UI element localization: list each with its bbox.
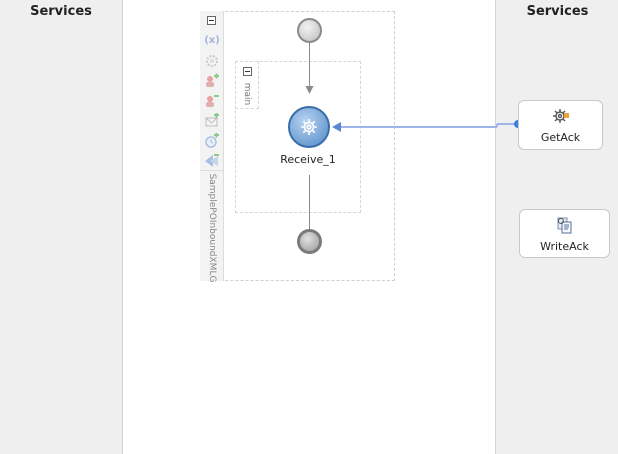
variables-icon[interactable]: (x) bbox=[204, 33, 220, 49]
fault-handler-icon[interactable] bbox=[204, 153, 220, 169]
sequence-label: main bbox=[242, 82, 252, 106]
left-swimlane: Services bbox=[0, 0, 123, 454]
file-adapter-icon bbox=[557, 217, 572, 234]
end-node[interactable] bbox=[297, 229, 322, 254]
partner-link-add-icon[interactable] bbox=[204, 73, 220, 89]
alarm-handler-icon[interactable] bbox=[204, 133, 220, 149]
service-writeack-label: WriteAck bbox=[540, 240, 589, 253]
service-getack[interactable]: GetAck bbox=[518, 100, 603, 150]
process-name-label: SamplePOInboundXMLG bbox=[207, 173, 217, 283]
service-writeack[interactable]: WriteAck bbox=[519, 209, 610, 258]
service-getack-label: GetAck bbox=[540, 131, 581, 144]
receive-activity-label: Receive_1 bbox=[280, 153, 336, 166]
receive-activity[interactable] bbox=[288, 106, 330, 148]
start-node[interactable] bbox=[297, 18, 322, 43]
left-lane-title: Services bbox=[30, 4, 92, 19]
partner-link-remove-icon[interactable] bbox=[204, 93, 220, 109]
message-handler-icon[interactable] bbox=[204, 113, 220, 129]
sequence-collapse-button[interactable] bbox=[243, 67, 252, 76]
toolbar-divider bbox=[200, 170, 224, 171]
correlation-icon[interactable] bbox=[204, 53, 220, 69]
gear-service-icon bbox=[553, 109, 569, 123]
gear-icon bbox=[301, 119, 317, 135]
right-lane-title: Services bbox=[526, 4, 589, 19]
scope-collapse-button[interactable] bbox=[207, 16, 216, 25]
